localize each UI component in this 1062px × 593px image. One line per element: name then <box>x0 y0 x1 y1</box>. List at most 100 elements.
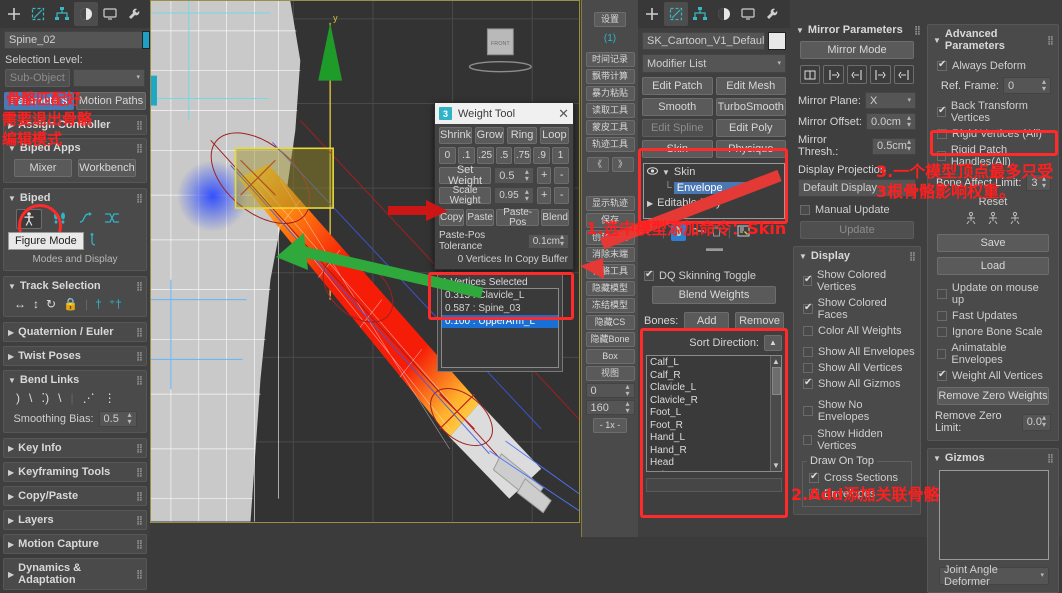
vertex-weight-list[interactable]: 0.313 : Clavicle_L 0.587 : Spine_03 0.10… <box>441 288 559 368</box>
loop-button[interactable]: Loop <box>539 127 569 144</box>
list-item[interactable]: Head <box>647 457 770 470</box>
rollout-twist-poses[interactable]: ▶ Twist Poses ⣿ <box>8 350 143 362</box>
always-deform-checkbox[interactable]: Always Deform <box>937 59 1053 72</box>
reset-all-bones-icon[interactable] <box>1007 211 1023 228</box>
cn-scale-button[interactable]: - 1x - <box>593 418 627 433</box>
twist-links-mode-icon[interactable]: \ <box>29 391 32 405</box>
symmetrical-tracks-icon[interactable]: † <box>95 297 102 311</box>
rollout-gizmos[interactable]: ▼ Gizmos ⣿ <box>933 452 1054 464</box>
modifier-object-name-field[interactable]: SK_Cartoon_V1_DefaultHuman_ <box>642 32 765 50</box>
mirror-thresh-field[interactable]: 0.5cm ▴ ▾ <box>872 137 916 155</box>
spinner-icon[interactable]: ▴ ▾ <box>560 233 564 248</box>
color-all-weights-checkbox[interactable]: Color All Weights <box>803 325 915 337</box>
bone-list-scrollbar[interactable]: ▲ ▼ <box>770 356 781 471</box>
rollout-bend-links[interactable]: ▼ Bend Links ⣿ <box>8 374 143 386</box>
mirror-mode-button[interactable]: Mirror Mode <box>800 41 914 59</box>
bone-filter-field[interactable] <box>646 478 782 492</box>
rollout-biped[interactable]: ▼ Biped ⣿ <box>8 192 143 204</box>
cn-button-hide-bone[interactable]: 隐藏Bone <box>585 332 635 347</box>
cn-button-hide-cs[interactable]: 隐藏CS <box>585 315 635 330</box>
eye-icon[interactable] <box>647 166 658 178</box>
blend-button[interactable]: Blend <box>541 209 569 226</box>
smooth-twist-icon[interactable]: \ <box>58 391 61 405</box>
scroll-down-icon[interactable]: ▼ <box>772 460 780 471</box>
smoothing-bias-field[interactable]: 0.5 ▴ ▾ <box>98 411 137 427</box>
close-icon[interactable]: ✕ <box>558 106 569 122</box>
rollout-advanced-parameters[interactable]: ▼ Advanced Parameters ⣿ <box>933 28 1054 52</box>
spinner-icon[interactable]: ▴ ▾ <box>907 138 911 153</box>
show-hidden-vertices-checkbox[interactable]: Show Hidden Vertices <box>803 428 915 452</box>
display-icon[interactable] <box>98 2 122 26</box>
motion-flow-icon[interactable] <box>78 211 94 228</box>
spinner-icon[interactable]: ▴ ▾ <box>525 167 529 183</box>
spinner-icon[interactable]: ▴ ▾ <box>1042 77 1046 93</box>
stack-item-editable-poly[interactable]: ▶ Editable Poly <box>644 195 784 211</box>
hierarchy-icon[interactable] <box>50 2 74 26</box>
show-colored-vertices-checkbox[interactable]: Show Colored Vertices <box>803 269 915 293</box>
weight-tool-dialog[interactable]: 3 Weight Tool ✕ Shrink Grow Ring Loop 0 … <box>434 102 574 270</box>
cn-button-track-tool[interactable]: 轨迹工具 <box>585 137 635 152</box>
cn-button-show-track[interactable]: 显示轨迹 <box>585 196 635 211</box>
weight-01-button[interactable]: .1 <box>457 147 475 164</box>
weight-05-button[interactable]: .5 <box>495 147 513 164</box>
modify-icon[interactable] <box>26 2 50 26</box>
zero-twist-icon[interactable]: ⋰ <box>83 391 95 405</box>
set-weight-minus-button[interactable]: - <box>554 167 569 184</box>
bone-list[interactable]: Calf_L Calf_R Clavicle_L Clavicle_R Foot… <box>646 355 782 472</box>
edit-mesh-button[interactable]: Edit Mesh <box>715 77 786 95</box>
weight-all-vertices-checkbox[interactable]: Weight All Vertices <box>937 369 1053 382</box>
spinner-icon[interactable]: ▴ ▾ <box>128 411 132 426</box>
list-item[interactable]: Foot_R <box>647 420 770 433</box>
rollout-copy-paste[interactable]: ▶ Copy/Paste ⣿ <box>8 490 143 502</box>
mixer-mode-icon[interactable] <box>104 211 120 228</box>
figure-mode-button[interactable] <box>16 209 42 229</box>
scrollbar-thumb[interactable] <box>771 367 781 395</box>
update-on-mouse-up-checkbox[interactable]: Update on mouse up <box>937 282 1053 306</box>
list-item[interactable]: Clavicle_L <box>647 382 770 395</box>
smooth-button[interactable]: Smooth <box>642 98 713 116</box>
dq-skinning-toggle-checkbox[interactable]: DQ Skinning Toggle <box>644 269 784 282</box>
ignore-bone-scale-checkbox[interactable]: Ignore Bone Scale <box>937 326 1053 338</box>
rollout-track-selection[interactable]: ▼ Track Selection ⣿ <box>8 280 143 292</box>
scale-weight-button[interactable]: Scale Weight <box>439 185 492 205</box>
ref-frame-field[interactable]: 0 ▴ ▾ <box>1003 77 1051 94</box>
cn-button-read-tool[interactable]: 读取工具 <box>585 103 635 118</box>
body-rotation-icon[interactable]: ↻ <box>46 297 56 311</box>
mirror-offset-field[interactable]: 0.0cm ▴ ▾ <box>865 113 916 130</box>
mirror-plane-dropdown[interactable]: X ▾ <box>864 92 916 109</box>
edit-poly-button[interactable]: Edit Poly <box>715 119 786 137</box>
save-weights-button[interactable]: Save <box>937 234 1049 252</box>
footstep-mode-icon[interactable] <box>52 211 68 228</box>
cn-nav-prev[interactable]: 《 <box>586 157 609 172</box>
rollout-dynamics-adaptation[interactable]: ▶ Dynamics & Adaptation ⣿ <box>8 562 143 586</box>
list-item[interactable]: 0.100 : UpperArm_L <box>442 315 558 328</box>
cn-settings-button[interactable]: 设置 <box>594 12 626 27</box>
weight-075-button[interactable]: .75 <box>514 147 532 164</box>
create-icon[interactable] <box>2 2 26 26</box>
set-weight-button[interactable]: Set Weight <box>439 164 492 186</box>
twist-individual-icon[interactable]: ⁚) <box>41 391 49 405</box>
spinner-icon[interactable]: ▴ ▾ <box>625 399 629 415</box>
blend-weights-button[interactable]: Blend Weights <box>652 286 776 304</box>
list-item[interactable]: Clavicle_R <box>647 395 770 408</box>
set-weight-plus-button[interactable]: + <box>536 167 552 184</box>
modify-icon[interactable] <box>664 2 688 26</box>
hierarchy-icon[interactable] <box>688 2 712 26</box>
ring-button[interactable]: Ring <box>507 127 537 144</box>
spinner-icon[interactable]: ▴ ▾ <box>625 382 629 398</box>
grow-button[interactable]: Grow <box>475 127 505 144</box>
weight-1-button[interactable]: 1 <box>552 147 570 164</box>
set-weight-field[interactable]: 0.5 ▴ ▾ <box>494 167 534 184</box>
body-horizontal-icon[interactable]: ↔ <box>14 297 26 311</box>
rollout-quaternion-euler[interactable]: ▶ Quaternion / Euler ⣿ <box>8 326 143 338</box>
paste-blue-to-green-icon[interactable] <box>846 65 868 84</box>
display-icon[interactable] <box>736 2 760 26</box>
cn-button-freeze-model[interactable]: 冻结模型 <box>585 298 635 313</box>
bend-links-mode-icon[interactable]: ) <box>16 391 20 405</box>
cn-button-skin-tool[interactable]: 蒙皮工具 <box>585 120 635 135</box>
create-icon[interactable] <box>640 2 664 26</box>
cn-spinner-2[interactable]: 160 ▴ ▾ <box>585 399 635 415</box>
spinner-icon[interactable]: ▴ ▾ <box>1042 414 1046 429</box>
opposite-tracks-icon[interactable]: ⁺† <box>109 297 122 311</box>
mixer-button[interactable]: Mixer <box>14 159 72 177</box>
